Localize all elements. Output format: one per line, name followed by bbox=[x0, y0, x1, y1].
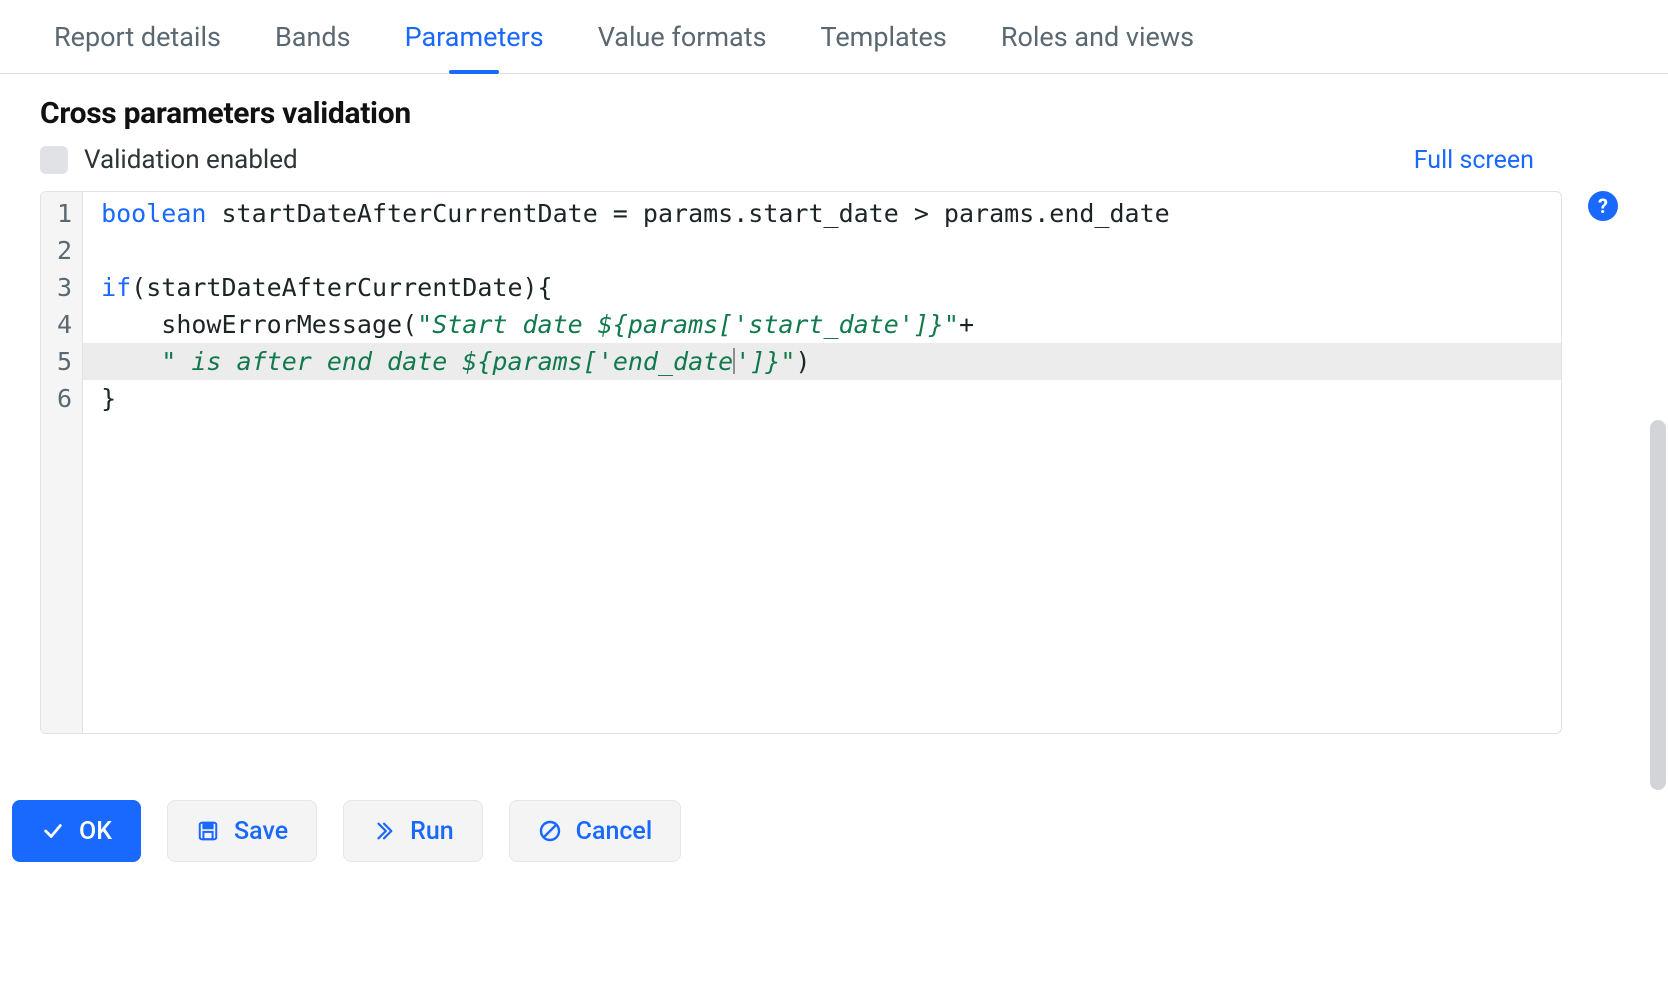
save-button[interactable]: Save bbox=[167, 800, 317, 862]
code-line[interactable]: " is after end date ${params['end_date']… bbox=[83, 343, 1561, 380]
save-label: Save bbox=[234, 817, 288, 846]
ok-button[interactable]: OK bbox=[12, 800, 141, 862]
tab-bands[interactable]: Bands bbox=[271, 24, 355, 73]
code-line[interactable]: if(startDateAfterCurrentDate){ bbox=[101, 269, 1561, 306]
fullscreen-link[interactable]: Full screen bbox=[1414, 146, 1534, 175]
tab-parameters[interactable]: Parameters bbox=[401, 24, 548, 73]
tab-bar: Report details Bands Parameters Value fo… bbox=[0, 0, 1668, 74]
run-button[interactable]: Run bbox=[343, 800, 483, 862]
cross-params-section: Cross parameters validation Validation e… bbox=[0, 74, 1668, 734]
save-icon bbox=[196, 819, 220, 843]
tab-templates[interactable]: Templates bbox=[817, 24, 951, 73]
code-line[interactable]: boolean startDateAfterCurrentDate = para… bbox=[101, 195, 1561, 232]
tab-report-details[interactable]: Report details bbox=[50, 24, 225, 73]
tab-value-formats[interactable]: Value formats bbox=[594, 24, 771, 73]
cancel-label: Cancel bbox=[576, 817, 653, 846]
ok-label: OK bbox=[79, 817, 112, 846]
checkbox-label: Validation enabled bbox=[84, 145, 298, 175]
scrollbar[interactable] bbox=[1650, 80, 1666, 800]
tab-roles-and-views[interactable]: Roles and views bbox=[997, 24, 1198, 73]
run-label: Run bbox=[410, 817, 454, 846]
code-line[interactable]: } bbox=[101, 380, 1561, 417]
scrollbar-thumb[interactable] bbox=[1650, 420, 1666, 790]
code-gutter: 1 2 3 4 5 6 bbox=[41, 192, 83, 733]
run-icon bbox=[372, 819, 396, 843]
code-line[interactable]: showErrorMessage("Start date ${params['s… bbox=[101, 306, 1561, 343]
checkbox-icon[interactable] bbox=[40, 146, 68, 174]
section-title: Cross parameters validation bbox=[40, 96, 1618, 131]
validation-enabled-field[interactable]: Validation enabled bbox=[40, 145, 298, 175]
code-body[interactable]: boolean startDateAfterCurrentDate = para… bbox=[83, 192, 1561, 733]
cancel-icon bbox=[538, 819, 562, 843]
help-icon[interactable]: ? bbox=[1588, 191, 1618, 221]
check-icon bbox=[41, 819, 65, 843]
footer-button-bar: OK Save R bbox=[12, 760, 681, 862]
code-editor[interactable]: 1 2 3 4 5 6 boolean startDateAfterCurren… bbox=[40, 191, 1562, 734]
cancel-button[interactable]: Cancel bbox=[509, 800, 682, 862]
code-line[interactable] bbox=[101, 232, 1561, 269]
